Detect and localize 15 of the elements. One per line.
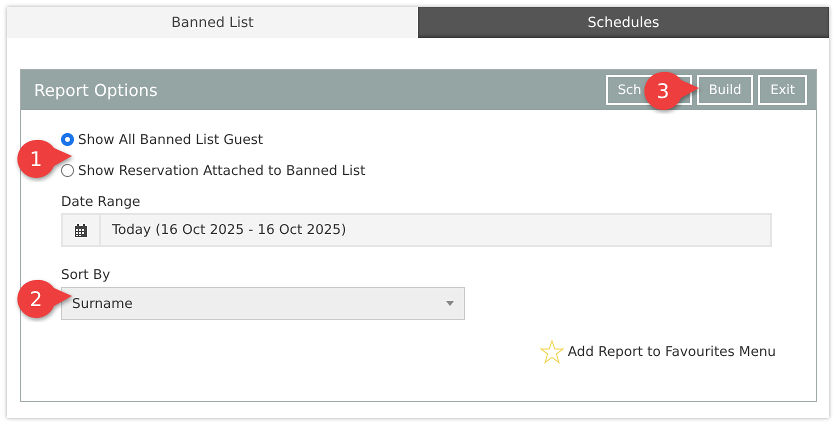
radio-label: Show Reservation Attached to Banned List	[78, 162, 366, 178]
field-label: Date Range	[61, 194, 142, 210]
star-icon[interactable]	[540, 340, 564, 364]
tab[interactable]: Banned List	[7, 7, 418, 38]
favourites-link[interactable]: Add Report to Favourites Menu	[568, 344, 776, 360]
date-range-field[interactable]: Today (16 Oct 2025 - 16 Oct 2025)	[61, 213, 772, 247]
tab[interactable]: Schedules	[418, 7, 829, 38]
radio-label: Show All Banned List Guest	[78, 132, 264, 148]
calendar-icon	[75, 224, 87, 236]
radio-button[interactable]	[61, 164, 74, 177]
radio-button[interactable]	[61, 133, 74, 146]
panel-title: Report Options	[34, 80, 159, 100]
field-label: Sort By	[61, 267, 112, 283]
caret-icon	[446, 301, 454, 306]
sort-dropdown[interactable]: Surname	[61, 287, 465, 320]
